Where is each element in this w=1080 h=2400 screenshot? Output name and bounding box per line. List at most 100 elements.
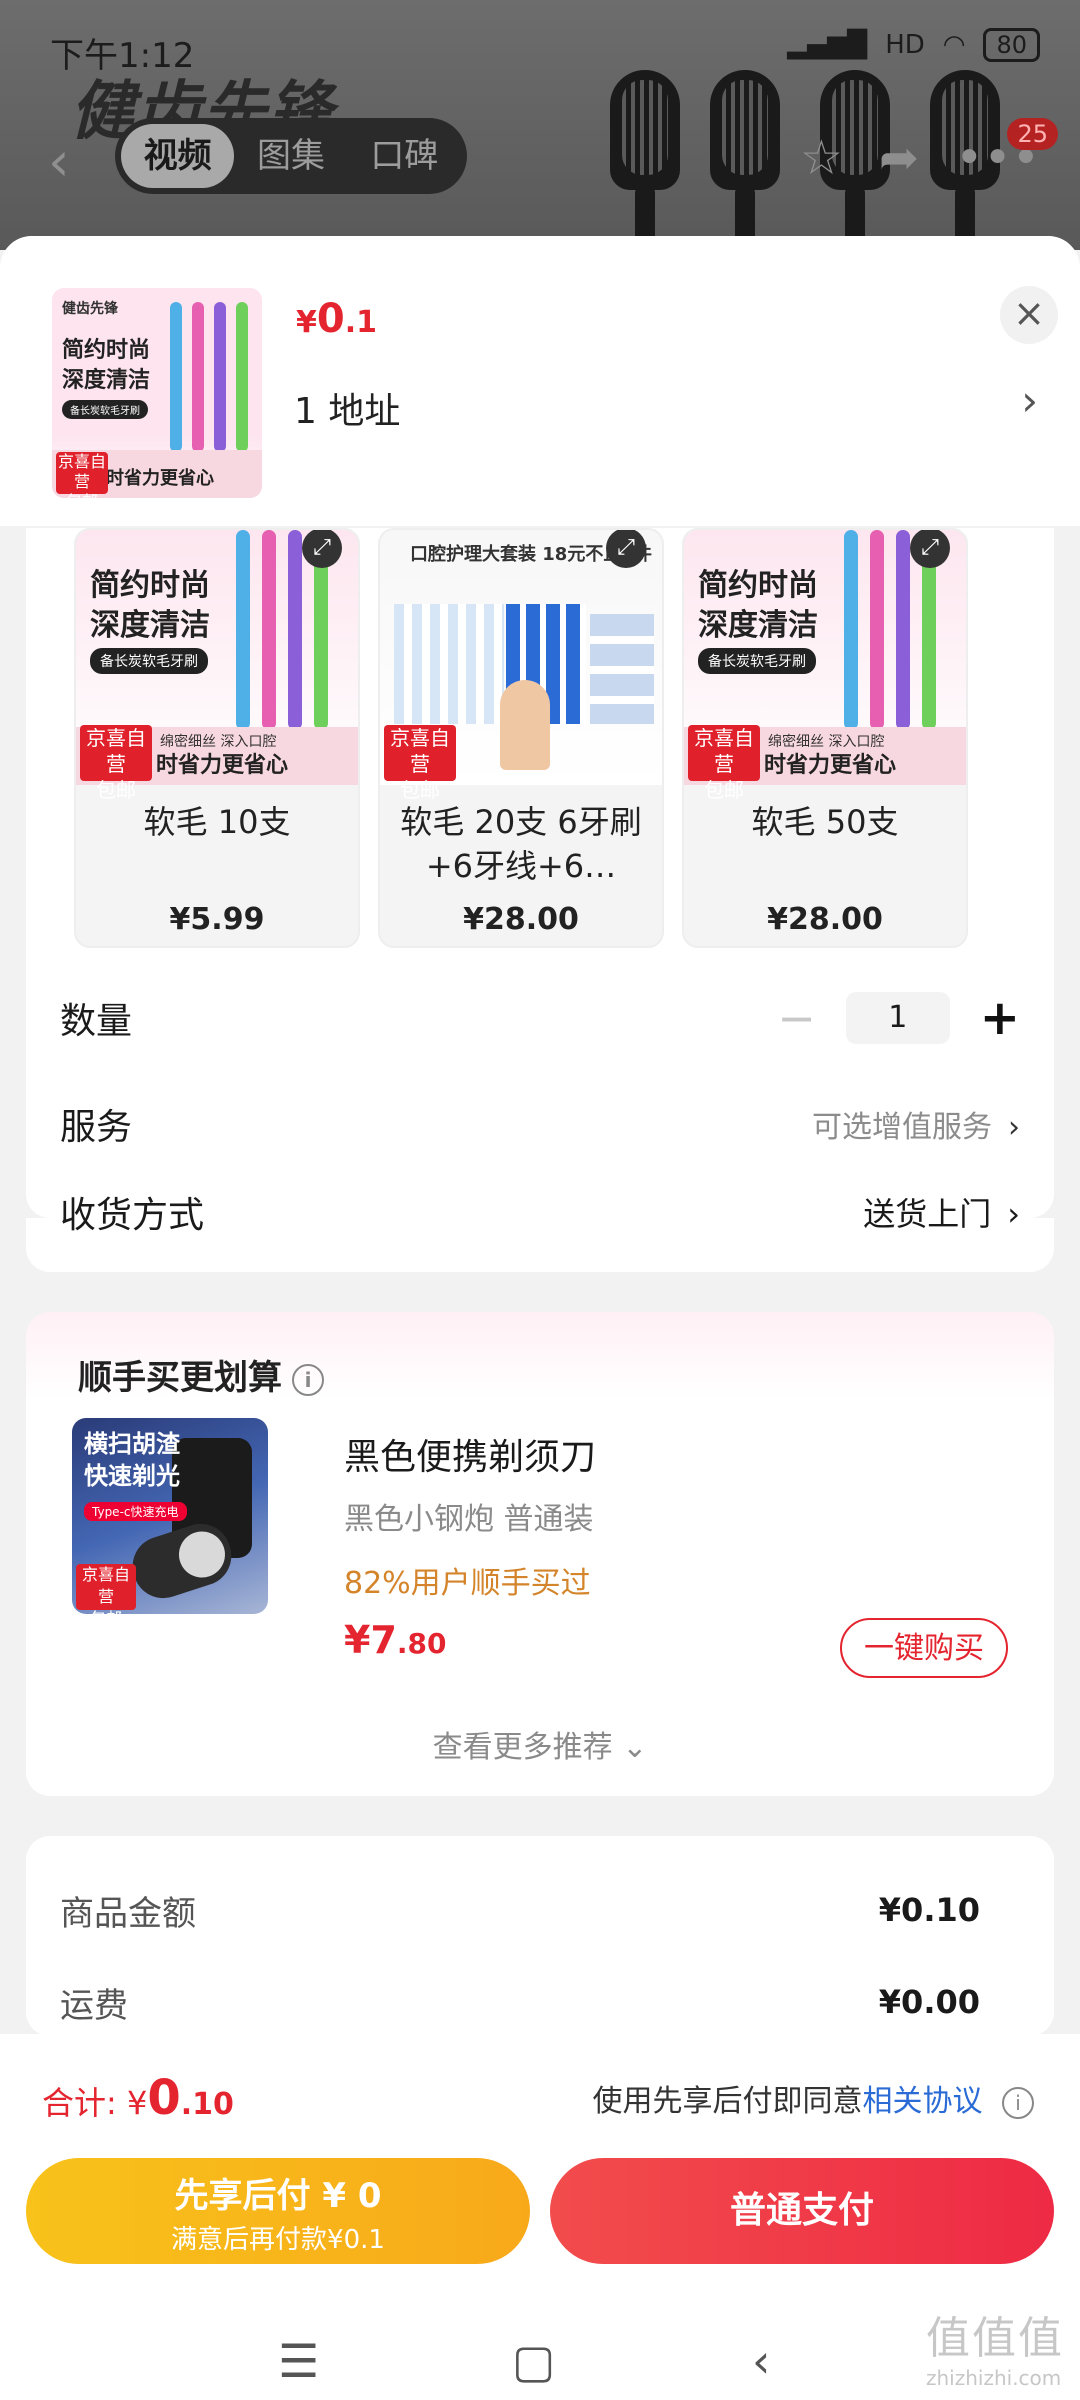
- tab-reviews[interactable]: 口碑: [348, 124, 461, 188]
- thumb-headline: 简约时尚 深度清洁: [62, 338, 151, 393]
- summary-card: 商品金额 ¥0.10 运费 ¥0.00: [26, 1836, 1054, 2036]
- variant-image: 简约时尚 深度清洁 备长炭软毛牙刷 绵密细丝 深入口腔 时省力更省心 京喜自营 包邮: [684, 530, 966, 802]
- normal-pay-button[interactable]: 普通支付: [550, 2158, 1054, 2264]
- quantity-row: 数量 − 1 +: [60, 988, 1020, 1048]
- top-actions: ☆ ➦ •••: [800, 130, 1040, 186]
- delivery-value: 送货上门 ›: [863, 1195, 1020, 1233]
- sheet-price: ¥0.1: [296, 296, 377, 342]
- recommend-product-image[interactable]: 横扫胡渣 快速剃光 Type-c快速充电 京喜自营包邮: [72, 1418, 268, 1614]
- variant-price: ¥5.99: [169, 902, 265, 937]
- thumb-brand: 健齿先锋: [62, 301, 118, 317]
- checkout-bar: 合计: ¥0.10 使用先享后付即同意相关协议 i 先享后付 ¥ 0 满意后再付…: [0, 2034, 1080, 2400]
- pay-later-title: 先享后付 ¥ 0: [174, 2176, 382, 2216]
- chevron-right-icon: ›: [1007, 1195, 1020, 1233]
- selected-product-thumbnail[interactable]: 健齿先锋 简约时尚深度清洁 备长炭软毛牙刷 时省力更省心 京喜自营包邮: [52, 288, 262, 498]
- thumb-foot: 时省力更省心: [106, 468, 214, 489]
- back-nav-icon[interactable]: ‹: [752, 2334, 770, 2388]
- info-icon[interactable]: i: [292, 1363, 324, 1396]
- media-tabs: 视频 图集 口碑: [115, 118, 467, 194]
- plus-icon[interactable]: +: [980, 990, 1020, 1046]
- recommend-title: 顺手买更划算 i: [78, 1350, 324, 1399]
- info-icon[interactable]: i: [1002, 2086, 1034, 2119]
- address-line[interactable]: 1 地址: [294, 382, 400, 434]
- expand-icon[interactable]: ⤢: [302, 530, 342, 568]
- variant-option[interactable]: 口腔护理大套装 18元不止4件 京喜自营 包邮 ⤢ 软毛 20支 6牙刷+6牙线+…: [378, 528, 664, 948]
- sheet-header: 健齿先锋 简约时尚深度清洁 备长炭软毛牙刷 时省力更省心 京喜自营包邮 ¥0.1…: [0, 236, 1080, 526]
- signal-hd-icon: HD: [885, 30, 925, 60]
- variant-option[interactable]: 简约时尚 深度清洁 备长炭软毛牙刷 绵密细丝 深入口腔 时省力更省心 京喜自营 包邮…: [682, 528, 968, 948]
- battery-icon: 80: [983, 28, 1040, 62]
- variant-foot: 时省力更省心: [764, 753, 897, 778]
- favorite-star-icon[interactable]: ☆: [800, 130, 843, 186]
- variant-price: ¥28.00: [463, 902, 579, 937]
- variant-section: 简约时尚 深度清洁 备长炭软毛牙刷 绵密细丝 深入口腔 时省力更省心 京喜自营 包邮…: [26, 528, 1054, 1218]
- quantity-input[interactable]: 1: [845, 992, 950, 1044]
- chevron-right-icon[interactable]: ›: [1021, 376, 1038, 425]
- summary-value: ¥0.10: [878, 1891, 980, 1929]
- tab-video[interactable]: 视频: [121, 124, 235, 188]
- recommend-img-tag: Type-c快速充电: [84, 1502, 187, 1521]
- home-icon[interactable]: ▢: [512, 2334, 555, 2388]
- minus-icon[interactable]: −: [777, 991, 816, 1045]
- toothbrush-image: [710, 70, 780, 255]
- jd-badge: 京喜自营包邮: [76, 1564, 136, 1614]
- toothbrush-image: [170, 302, 260, 452]
- agreement-link[interactable]: 相关协议: [862, 2084, 982, 2119]
- recommend-name[interactable]: 黑色便携剃须刀: [344, 1428, 596, 1480]
- jd-badge: 京喜自营包邮: [688, 725, 760, 802]
- summary-row: 运费 ¥0.00: [60, 1972, 980, 2032]
- toothbrush-image: [610, 70, 680, 255]
- one-click-buy-button[interactable]: 一键购买: [840, 1618, 1008, 1678]
- tab-gallery[interactable]: 图集: [234, 124, 347, 188]
- service-row[interactable]: 服务 可选增值服务 ›: [60, 1094, 1020, 1154]
- see-more-link[interactable]: 查看更多推荐 ⌄: [26, 1722, 1054, 1766]
- agreement-text: 使用先享后付即同意相关协议 i: [592, 2076, 1034, 2120]
- variant-foot: 时省力更省心: [156, 753, 289, 778]
- delivery-row[interactable]: 收货方式 送货上门 ›: [60, 1182, 1020, 1242]
- variant-pill: 备长炭软毛牙刷: [90, 648, 208, 674]
- variant-headline: 简约时尚 深度清洁: [698, 568, 818, 643]
- recommend-rate: 82%用户顺手买过: [344, 1566, 591, 1601]
- quantity-label: 数量: [60, 1001, 133, 1042]
- variant-name: 软毛 50支: [751, 803, 899, 841]
- thumb-pill: 备长炭软毛牙刷: [62, 400, 148, 419]
- pay-later-subtitle: 满意后再付款¥0.1: [171, 2225, 385, 2255]
- variant-headline: 简约时尚 深度清洁: [90, 568, 210, 643]
- recommend-card: 顺手买更划算i 横扫胡渣 快速剃光 Type-c快速充电 京喜自营包邮 黑色便携…: [26, 1312, 1054, 1796]
- service-value: 可选增值服务 ›: [812, 1110, 1020, 1145]
- variant-pill: 备长炭软毛牙刷: [698, 648, 816, 674]
- summary-label: 运费: [60, 1985, 128, 2026]
- variant-price: ¥28.00: [767, 902, 883, 937]
- system-nav-bar: ☰ ▢ ‹: [0, 2334, 1080, 2394]
- recommend-img-text: 横扫胡渣 快速剃光: [84, 1430, 180, 1490]
- close-icon[interactable]: ×: [1000, 286, 1058, 344]
- expand-icon[interactable]: ⤢: [910, 530, 950, 568]
- cart-count-badge: 25: [1007, 118, 1058, 150]
- recommend-spec: 黑色小钢炮 普通装: [344, 1502, 594, 1537]
- total-amount: 合计: ¥0.10: [42, 2070, 234, 2126]
- variant-option[interactable]: 简约时尚 深度清洁 备长炭软毛牙刷 绵密细丝 深入口腔 时省力更省心 京喜自营 包邮…: [74, 528, 360, 948]
- recommend-price: ¥7.80: [344, 1618, 447, 1662]
- menu-icon[interactable]: ☰: [278, 2334, 319, 2388]
- summary-value: ¥0.00: [878, 1983, 980, 2021]
- status-icons: ▂▄▆█ HD ◠ 80: [787, 28, 1040, 62]
- chevron-right-icon: ›: [1008, 1110, 1020, 1145]
- delivery-label: 收货方式: [60, 1195, 205, 1236]
- jd-badge: 京喜自营包邮: [56, 452, 108, 498]
- wifi-icon: ◠: [942, 30, 966, 60]
- variant-name: 软毛 20支 6牙刷+6牙线+6…: [400, 803, 642, 885]
- summary-row: 商品金额 ¥0.10: [60, 1880, 980, 1940]
- purchase-sheet: 健齿先锋 简约时尚深度清洁 备长炭软毛牙刷 时省力更省心 京喜自营包邮 ¥0.1…: [0, 236, 1080, 2036]
- quantity-stepper: − 1 +: [777, 990, 1020, 1046]
- share-icon[interactable]: ➦: [879, 130, 919, 186]
- expand-icon[interactable]: ⤢: [606, 530, 646, 568]
- pay-later-button[interactable]: 先享后付 ¥ 0 满意后再付款¥0.1: [26, 2158, 530, 2264]
- watermark: 值值值 zhizhizhi.com: [926, 2313, 1064, 2390]
- status-time: 下午1:12: [50, 36, 195, 76]
- back-icon[interactable]: ‹: [48, 130, 70, 193]
- signal-icon: ▂▄▆█: [787, 30, 868, 60]
- jd-badge: 京喜自营包邮: [384, 725, 456, 802]
- chevron-down-icon: ⌄: [622, 1730, 648, 1765]
- jd-badge: 京喜自营包邮: [80, 725, 152, 802]
- service-label: 服务: [60, 1107, 133, 1148]
